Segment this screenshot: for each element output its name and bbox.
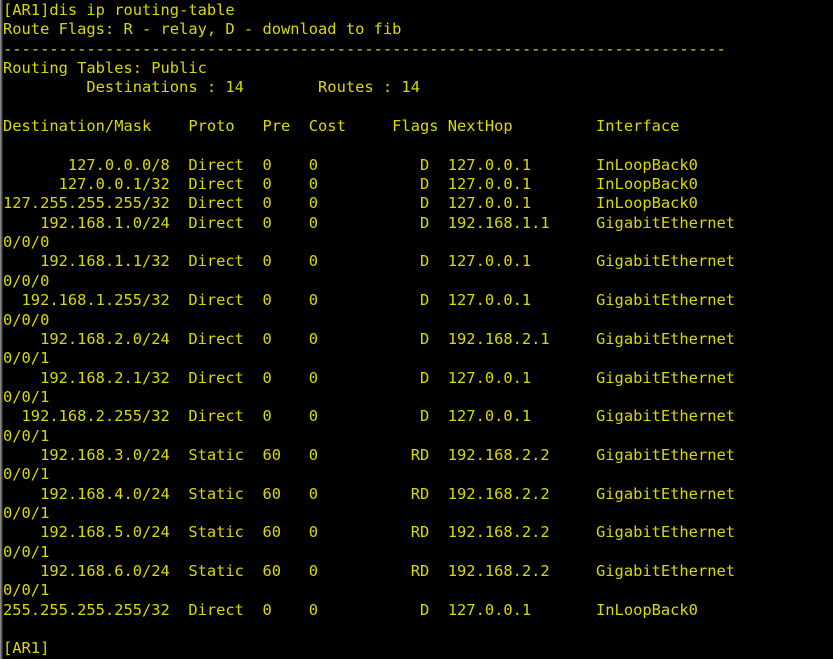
terminal-output-text: [AR1]dis ip routing-table Route Flags: R… <box>3 1 736 659</box>
terminal-window[interactable]: [AR1]dis ip routing-table Route Flags: R… <box>0 0 833 659</box>
terminal-screen[interactable]: [AR1]dis ip routing-table Route Flags: R… <box>3 0 833 659</box>
